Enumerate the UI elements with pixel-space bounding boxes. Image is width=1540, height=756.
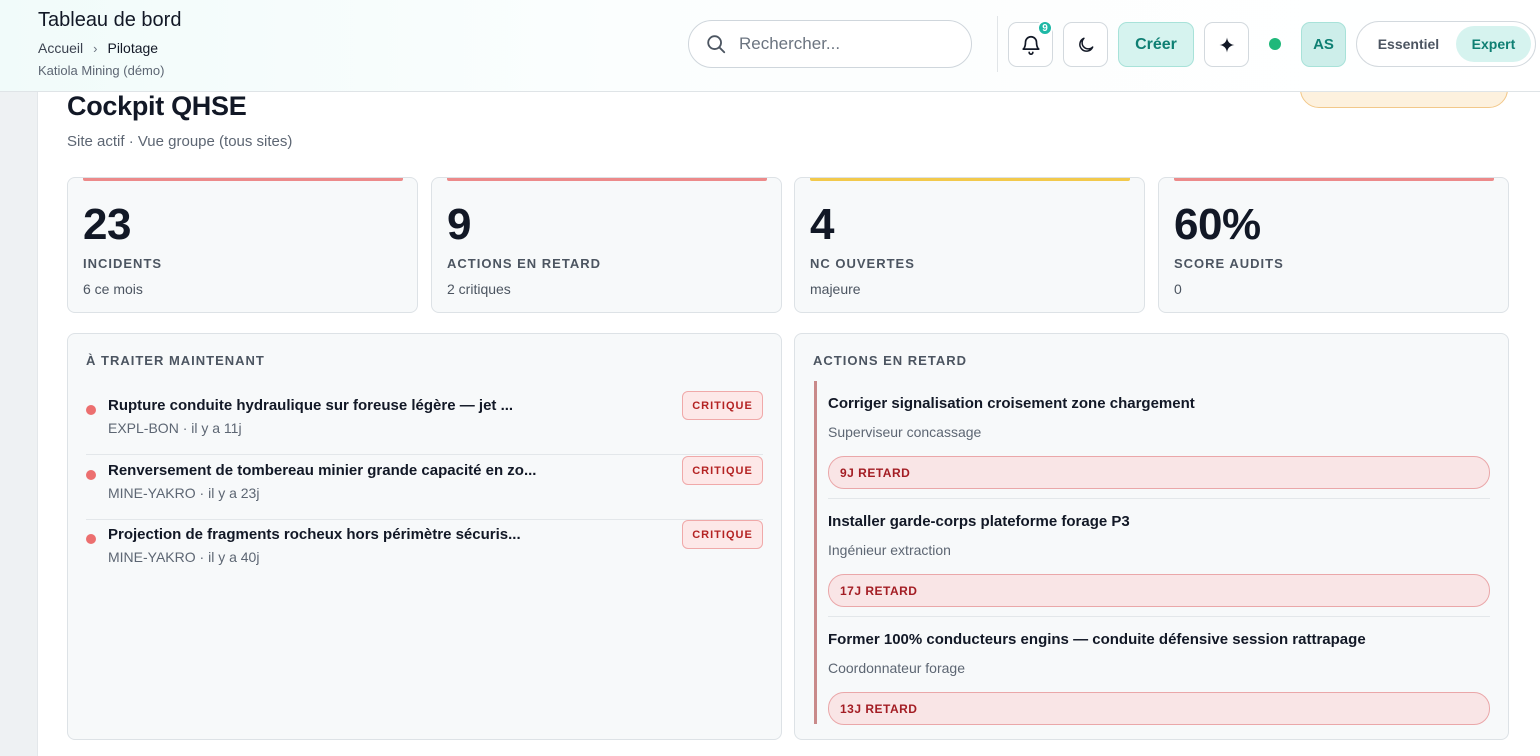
action-item[interactable]: Installer garde-corps plateforme forage … (828, 499, 1490, 617)
organization-name: Katiola Mining (démo) (38, 63, 165, 78)
delay-badge: 9J RETARD (828, 456, 1490, 489)
action-item[interactable]: Corriger signalisation croisement zone c… (828, 381, 1490, 499)
item-meta: EXPL-BON · il y a 11j (108, 420, 242, 436)
item-title: Rupture conduite hydraulique sur foreuse… (108, 397, 514, 414)
header-title: Tableau de bord (38, 9, 182, 31)
kpi-accent-bar (1174, 178, 1494, 181)
search-input[interactable] (739, 34, 939, 54)
mode-expert-option[interactable]: Expert (1455, 26, 1531, 62)
action-owner: Ingénieur extraction (828, 542, 951, 558)
severity-dot (86, 470, 96, 480)
breadcrumb: Accueil › Pilotage (38, 40, 158, 56)
search-icon (707, 35, 726, 54)
page-subtitle: Site actif · Vue groupe (tous sites) (67, 133, 293, 150)
critical-badge: CRITIQUE (682, 391, 763, 420)
user-avatar[interactable]: AS (1301, 22, 1346, 67)
delay-badge: 17J RETARD (828, 574, 1490, 607)
action-owner: Coordonnateur forage (828, 660, 965, 676)
breadcrumb-home[interactable]: Accueil (38, 40, 83, 56)
severity-dot (86, 405, 96, 415)
moon-icon (1078, 37, 1093, 52)
late-actions-title: ACTIONS EN RETARD (813, 353, 967, 368)
kpi-subtext: 0 (1174, 281, 1182, 297)
item-meta: MINE-YAKRO · il y a 23j (108, 485, 260, 501)
search-box[interactable] (688, 20, 972, 68)
bell-icon (1021, 35, 1040, 55)
kpi-card-late-actions[interactable]: 9 ACTIONS EN RETARD 2 critiques (431, 177, 782, 313)
kpi-label: SCORE AUDITS (1174, 256, 1284, 271)
critical-badge: CRITIQUE (682, 456, 763, 485)
to-handle-panel: À TRAITER MAINTENANT Rupture conduite hy… (67, 333, 782, 740)
critical-badge: CRITIQUE (682, 520, 763, 549)
action-title: Corriger signalisation croisement zone c… (828, 395, 1195, 412)
item-meta: MINE-YAKRO · il y a 40j (108, 549, 260, 565)
action-title: Installer garde-corps plateforme forage … (828, 513, 1130, 530)
kpi-label: ACTIONS EN RETARD (447, 256, 601, 271)
breadcrumb-current: Pilotage (107, 40, 159, 56)
kpi-card-open-nc[interactable]: 4 NC OUVERTES majeure (794, 177, 1145, 313)
kpi-value: 4 (810, 200, 834, 249)
sparkle-icon (1219, 37, 1234, 52)
online-status-indicator (1269, 38, 1281, 50)
severity-dot (86, 534, 96, 544)
create-button[interactable]: Créer (1118, 22, 1194, 67)
breadcrumb-separator-icon: › (93, 40, 98, 56)
kpi-subtext: 6 ce mois (83, 281, 143, 297)
kpi-value: 60% (1174, 200, 1261, 249)
late-actions-panel: ACTIONS EN RETARD Corriger signalisation… (794, 333, 1509, 740)
action-title: Former 100% conducteurs engins — conduit… (828, 631, 1366, 648)
action-item[interactable]: Former 100% conducteurs engins — conduit… (828, 617, 1490, 735)
kpi-value: 9 (447, 200, 471, 249)
mode-switch[interactable]: Essentiel Expert (1356, 21, 1536, 67)
notifications-badge: 9 (1037, 20, 1053, 36)
item-title: Projection de fragments rocheux hors pér… (108, 526, 521, 543)
to-handle-title: À TRAITER MAINTENANT (86, 353, 265, 368)
assistant-button[interactable] (1204, 22, 1249, 67)
kpi-subtext: 2 critiques (447, 281, 511, 297)
item-title: Renversement de tombereau minier grande … (108, 462, 537, 479)
mode-essentiel-option[interactable]: Essentiel (1361, 26, 1456, 62)
timeline-line (814, 381, 817, 724)
kpi-card-audit-score[interactable]: 60% SCORE AUDITS 0 (1158, 177, 1509, 313)
kpi-accent-bar (83, 178, 403, 181)
kpi-value: 23 (83, 200, 131, 249)
list-item[interactable]: Projection de fragments rocheux hors pér… (86, 520, 763, 584)
kpi-card-incidents[interactable]: 23 INCIDENTS 6 ce mois (67, 177, 418, 313)
kpi-subtext: majeure (810, 281, 861, 297)
kpi-accent-bar (447, 178, 767, 181)
kpi-label: INCIDENTS (83, 256, 163, 271)
list-item[interactable]: Rupture conduite hydraulique sur foreuse… (86, 391, 763, 455)
action-owner: Superviseur concassage (828, 424, 982, 440)
delay-badge: 13J RETARD (828, 692, 1490, 725)
top-header: Tableau de bord Accueil › Pilotage Katio… (0, 0, 1540, 92)
kpi-label: NC OUVERTES (810, 256, 915, 271)
list-item[interactable]: Renversement de tombereau minier grande … (86, 456, 763, 520)
header-divider (997, 16, 998, 72)
kpi-accent-bar (810, 178, 1130, 181)
theme-toggle-button[interactable] (1063, 22, 1108, 67)
page-title: Cockpit QHSE (67, 91, 247, 121)
